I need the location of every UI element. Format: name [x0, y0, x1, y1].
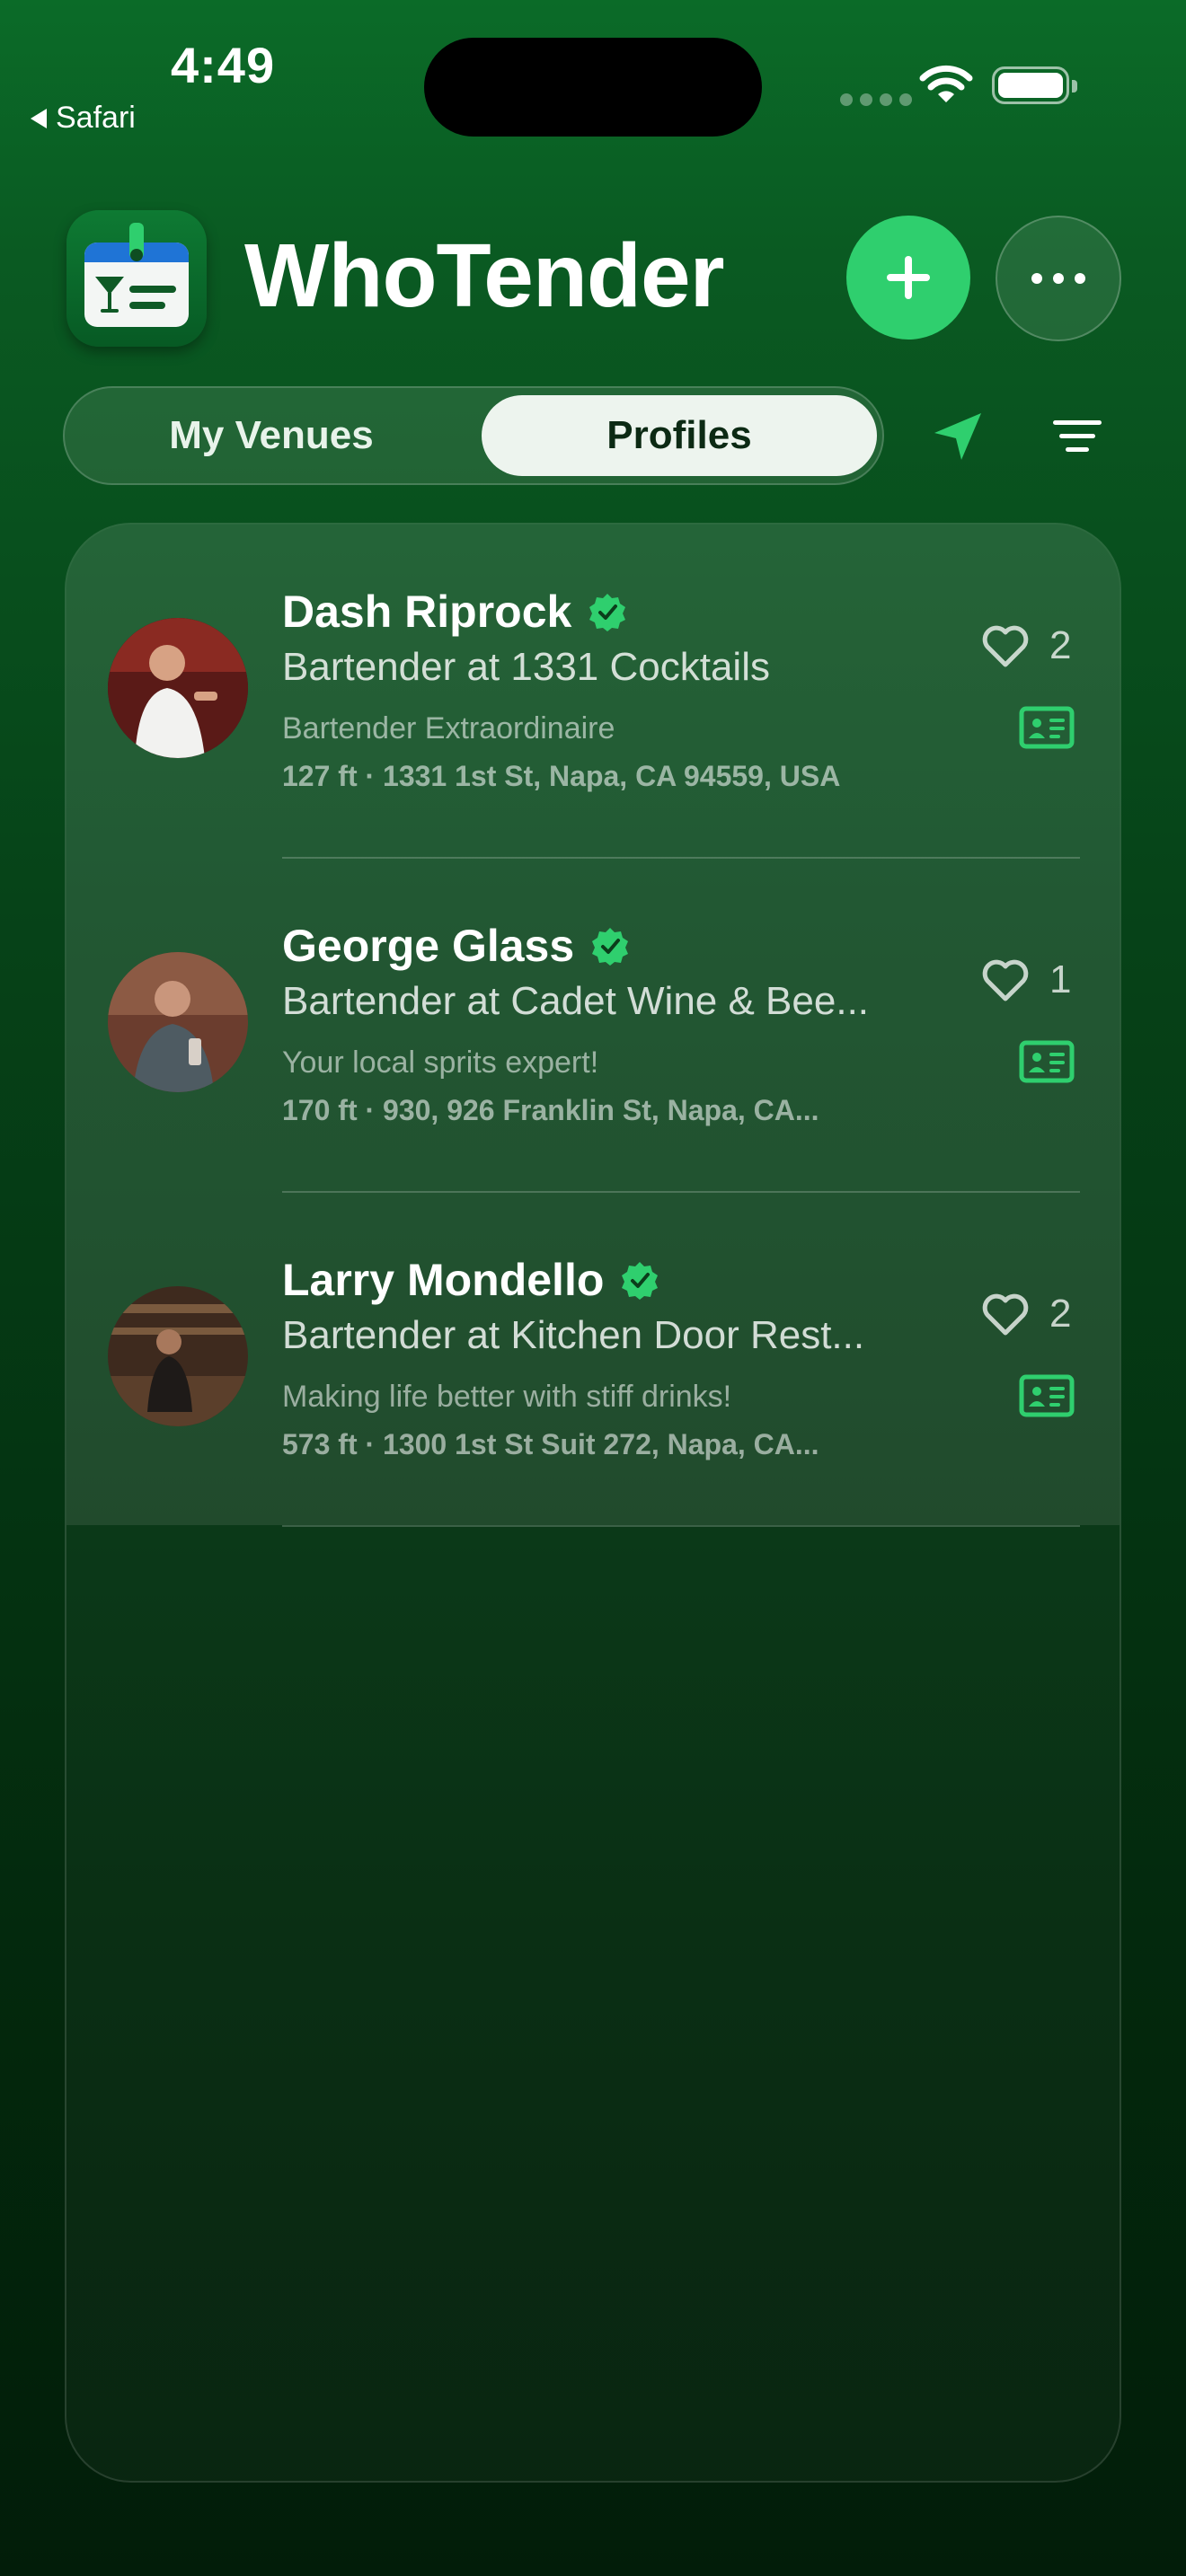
segment-my-venues[interactable]: My Venues [65, 388, 478, 483]
app-logo-icon [66, 210, 207, 347]
venue-profile-segmented-control: My Venues Profiles [63, 386, 884, 485]
like-button[interactable]: 2 [981, 623, 1071, 668]
profile-row[interactable]: Dash Riprock Bartender at 1331 Cocktails… [66, 525, 1120, 859]
profile-row[interactable]: Larry Mondello Bartender at Kitchen Door… [66, 1193, 1120, 1527]
like-count: 1 [1049, 957, 1072, 1001]
heart-icon [982, 625, 1029, 667]
profile-subtitle: Bartender at Cadet Wine & Bee... [282, 979, 870, 1023]
verified-badge-icon [592, 928, 629, 966]
status-time: 4:49 [171, 37, 276, 93]
filter-lines-icon [1053, 420, 1102, 425]
segment-profiles[interactable]: Profiles [482, 395, 877, 476]
ellipsis-icon [1031, 273, 1085, 284]
profile-subtitle: Bartender at Kitchen Door Rest... [282, 1313, 865, 1357]
verified-badge-icon [589, 594, 626, 631]
avatar [108, 618, 248, 758]
profile-distance-address: 573 ft · 1300 1st St Suit 272, Napa, CA.… [282, 1428, 819, 1460]
back-label: Safari [56, 101, 136, 135]
wifi-icon [919, 65, 973, 102]
contact-card-icon[interactable] [1019, 706, 1075, 749]
battery-icon [992, 66, 1077, 104]
add-button[interactable] [846, 216, 970, 340]
filter-button[interactable] [1053, 420, 1102, 461]
profile-tagline: Making life better with stiff drinks! [282, 1380, 732, 1414]
avatar [108, 1286, 248, 1426]
more-options-button[interactable] [996, 216, 1121, 341]
profile-name: George Glass [282, 921, 575, 971]
back-arrow-icon [31, 108, 47, 128]
like-button[interactable]: 2 [981, 1292, 1071, 1337]
cellular-signal-icon [840, 93, 912, 106]
row-divider [282, 1525, 1080, 1527]
back-to-safari-link[interactable]: Safari [31, 101, 136, 136]
profile-name: Dash Riprock [282, 587, 572, 637]
avatar [108, 952, 248, 1092]
location-arrow-icon[interactable] [931, 410, 985, 463]
plus-icon [887, 256, 930, 299]
contact-card-icon[interactable] [1019, 1040, 1075, 1083]
like-button[interactable]: 1 [981, 957, 1071, 1002]
app-title: WhoTender [244, 225, 725, 326]
like-count: 2 [1049, 623, 1072, 667]
profile-row[interactable]: George Glass Bartender at Cadet Wine & B… [66, 859, 1120, 1193]
heart-icon [982, 1293, 1029, 1336]
profile-name: Larry Mondello [282, 1255, 605, 1305]
verified-badge-icon [622, 1262, 659, 1300]
profile-tagline: Your local sprits expert! [282, 1045, 599, 1080]
profile-distance-address: 170 ft · 930, 926 Franklin St, Napa, CA.… [282, 1094, 819, 1126]
profile-tagline: Bartender Extraordinaire [282, 711, 615, 745]
profile-distance-address: 127 ft · 1331 1st St, Napa, CA 94559, US… [282, 760, 841, 792]
dynamic-island [424, 38, 762, 137]
heart-icon [982, 959, 1029, 1001]
profiles-list: Dash Riprock Bartender at 1331 Cocktails… [65, 523, 1121, 2483]
contact-card-icon[interactable] [1019, 1374, 1075, 1417]
profile-subtitle: Bartender at 1331 Cocktails [282, 645, 770, 689]
like-count: 2 [1049, 1292, 1072, 1336]
